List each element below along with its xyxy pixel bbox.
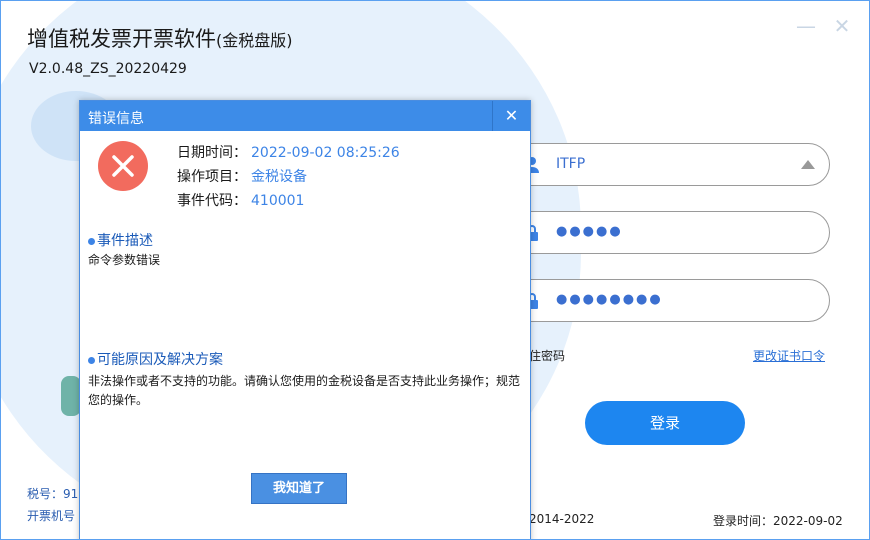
minimize-icon[interactable]: —: [795, 15, 817, 37]
event-code-label: 事件代码：: [177, 193, 247, 209]
date-time-label: 日期时间：: [177, 145, 247, 161]
event-description-title-text: 事件描述: [97, 233, 153, 249]
tax-number-label: 税号：91: [27, 487, 79, 501]
app-title-main: 增值税发票开票软件: [27, 27, 216, 51]
login-time-text: 登录时间：2022-09-02: [713, 514, 843, 528]
app-window: 增值税发票开票软件(金税盘版) V2.0.48_ZS_20220429 — ✕ …: [0, 0, 870, 540]
user-value: ITFP: [556, 156, 586, 172]
solution-text: 非法操作或者不支持的功能。请确认您使用的金税设备是否支持此业务操作；规范您的操作…: [88, 374, 521, 407]
event-description-title: 事件描述: [88, 230, 153, 250]
pin-field[interactable]: ●●●●●: [509, 211, 830, 254]
bullet-icon: [88, 356, 95, 364]
machine-number-label: 开票机号: [27, 509, 76, 523]
background-decoration-teal: [61, 376, 81, 416]
dialog-header: 错误信息 ✕: [80, 101, 530, 131]
app-version: V2.0.48_ZS_20220429: [29, 61, 187, 77]
dialog-title: 错误信息: [88, 111, 144, 127]
window-close-icon[interactable]: ✕: [831, 15, 853, 37]
bullet-icon: [88, 237, 95, 245]
error-dialog: 错误信息 ✕ 日期时间： 2022-09-02 08:25:26 操作项目： 金税设…: [79, 100, 531, 539]
event-code-row: 事件代码： 410001: [177, 190, 304, 210]
solution-title-text: 可能原因及解决方案: [97, 352, 223, 368]
app-title: 增值税发票开票软件(金税盘版): [27, 23, 293, 53]
solution-title: 可能原因及解决方案: [88, 349, 223, 369]
password-value: ●●●●●●●●: [556, 292, 663, 307]
date-time-row: 日期时间： 2022-09-02 08:25:26: [177, 142, 400, 162]
pin-value: ●●●●●: [556, 224, 623, 239]
copyright-text: 2014-2022: [529, 512, 595, 526]
operation-item-value: 金税设备: [251, 169, 307, 185]
password-field[interactable]: ●●●●●●●●: [509, 279, 830, 322]
operation-item-row: 操作项目： 金税设备: [177, 166, 307, 186]
date-time-value: 2022-09-02 08:25:26: [251, 145, 400, 161]
user-select[interactable]: ITFP: [509, 143, 830, 186]
login-button[interactable]: 登录: [585, 401, 745, 445]
event-code-value: 410001: [251, 193, 305, 209]
event-description-text: 命令参数错误: [88, 253, 161, 267]
operation-item-label: 操作项目：: [177, 169, 247, 185]
dropdown-arrow-icon[interactable]: [801, 160, 815, 169]
change-pin-link[interactable]: 更改证书口令: [753, 347, 825, 364]
ok-button[interactable]: 我知道了: [251, 473, 347, 504]
dialog-close-icon[interactable]: ✕: [492, 101, 530, 131]
remember-password-label[interactable]: 住密码: [529, 347, 565, 364]
app-title-sub: (金税盘版): [216, 31, 293, 50]
error-x-icon: [98, 141, 148, 191]
